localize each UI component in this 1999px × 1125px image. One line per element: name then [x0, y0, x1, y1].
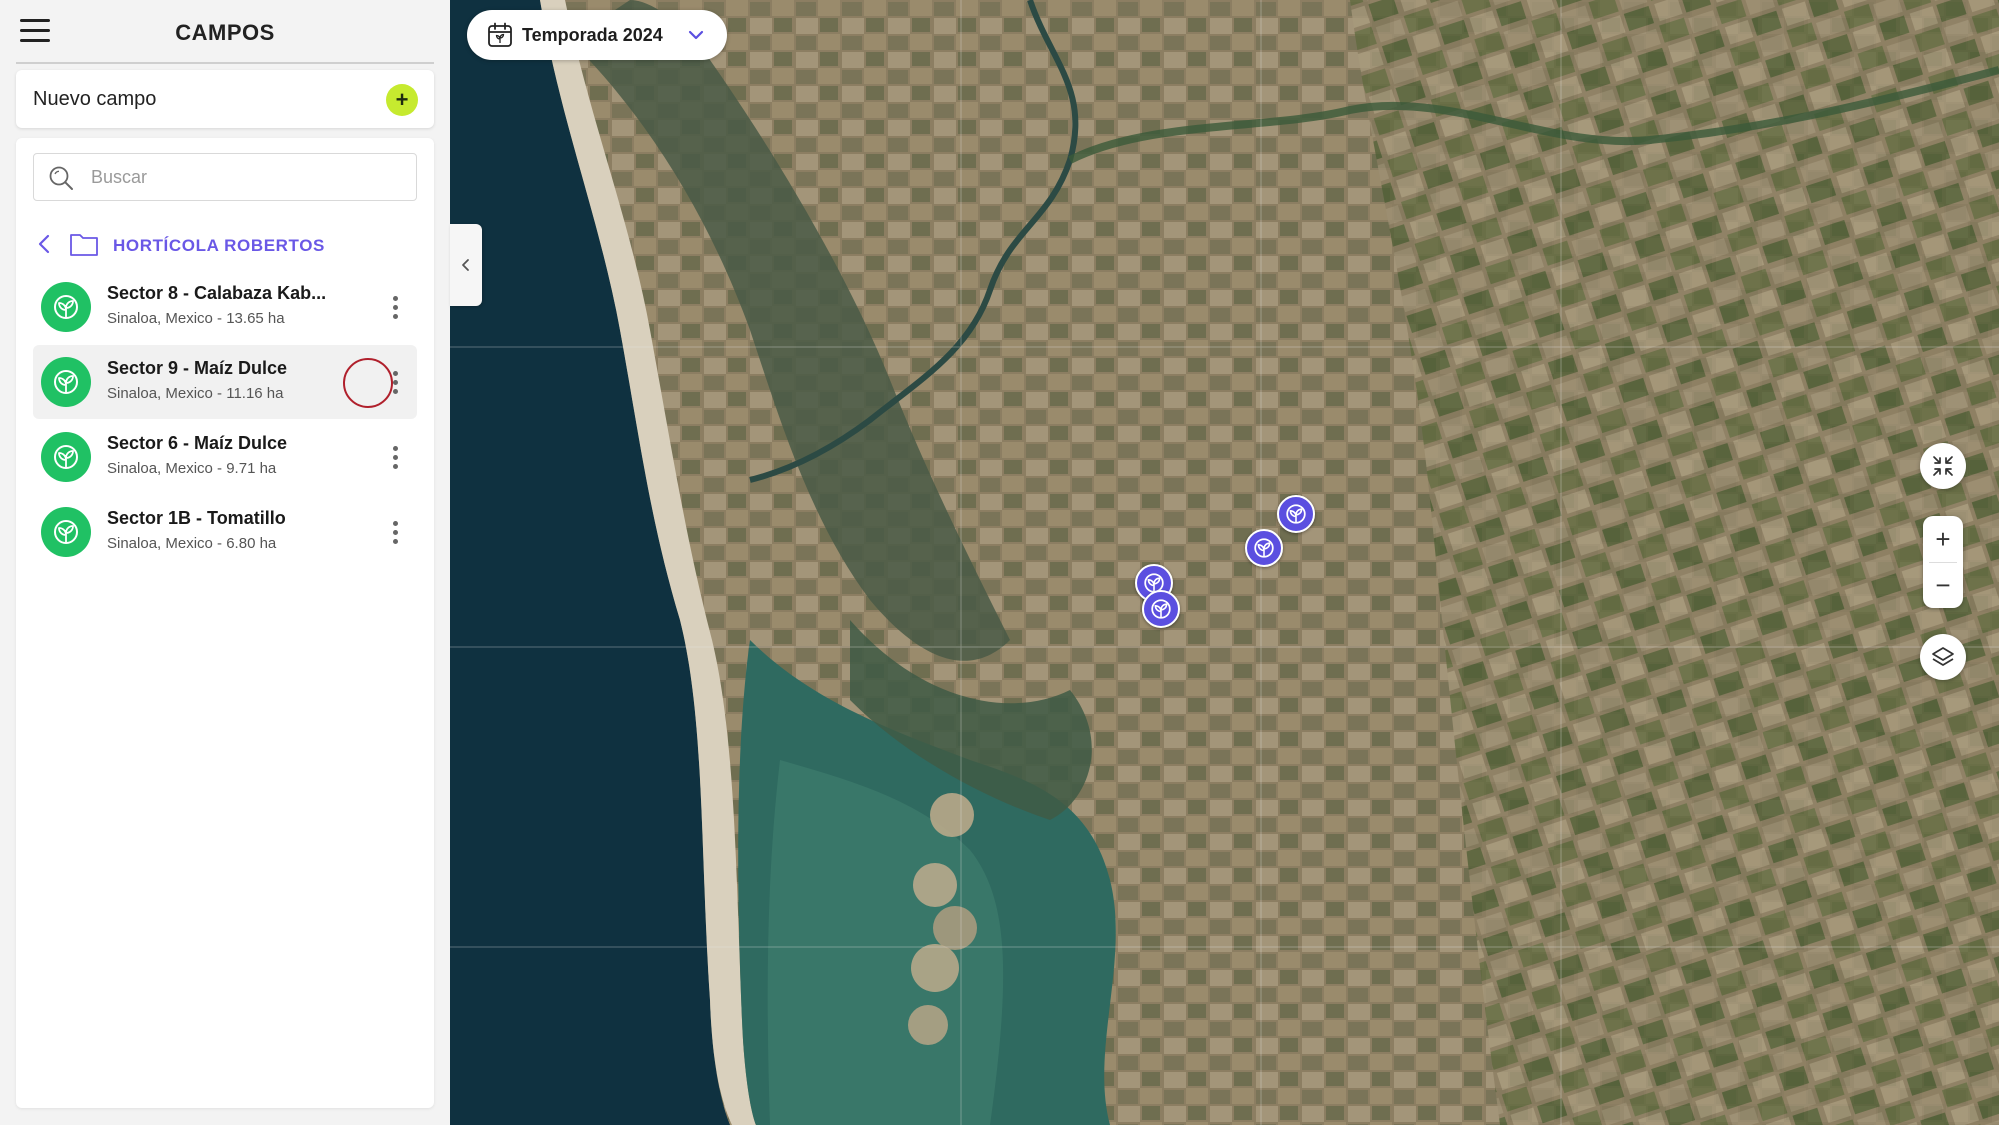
sidebar-header: CAMPOS	[16, 0, 434, 64]
plant-icon	[41, 357, 91, 407]
page-title: CAMPOS	[175, 20, 275, 45]
search-box[interactable]	[33, 153, 417, 201]
field-list-item[interactable]: Sector 1B - Tomatillo Sinaloa, Mexico - …	[33, 495, 417, 569]
plant-icon	[41, 282, 91, 332]
layers-button[interactable]	[1920, 634, 1966, 680]
field-name: Sector 8 - Calabaza Kab...	[107, 283, 327, 303]
field-list-item-selected[interactable]: Sector 9 - Maíz Dulce Sinaloa, Mexico - …	[33, 345, 417, 419]
field-list-item[interactable]: Sector 8 - Calabaza Kab... Sinaloa, Mexi…	[33, 270, 417, 344]
plant-icon	[41, 432, 91, 482]
collapse-arrows-icon	[1933, 456, 1953, 476]
zoom-out-button[interactable]: −	[1923, 562, 1963, 608]
field-location: Sinaloa, Mexico - 13.65 ha	[107, 310, 285, 327]
field-location: Sinaloa, Mexico - 6.80 ha	[107, 535, 277, 552]
add-field-icon[interactable]: +	[386, 84, 418, 116]
new-field-button[interactable]: Nuevo campo +	[16, 70, 434, 128]
field-name: Sector 9 - Maíz Dulce	[107, 358, 288, 378]
calendar-icon	[488, 22, 512, 47]
folder-icon	[70, 234, 98, 256]
collapse-sidebar-button[interactable]	[450, 224, 482, 306]
field-list-item[interactable]: Sector 6 - Maíz Dulce Sinaloa, Mexico - …	[33, 420, 417, 494]
field-list-panel: HORTÍCOLA ROBERTOS Sector 8 - Calabaza K…	[16, 138, 434, 1108]
field-location: Sinaloa, Mexico - 9.71 ha	[107, 460, 277, 477]
search-input[interactable]	[89, 154, 409, 200]
more-options-icon[interactable]	[385, 446, 405, 470]
chevron-left-icon[interactable]	[33, 232, 57, 256]
field-location: Sinaloa, Mexico - 11.16 ha	[107, 385, 284, 402]
season-selector[interactable]: Temporada 2024	[467, 10, 727, 60]
chevron-down-icon	[688, 30, 704, 40]
chevron-left-icon	[462, 259, 469, 271]
breadcrumb: HORTÍCOLA ROBERTOS	[33, 228, 417, 264]
field-name: Sector 1B - Tomatillo	[107, 508, 286, 528]
satellite-map[interactable]	[450, 0, 1999, 1125]
field-marker-plant-icon[interactable]	[1142, 590, 1180, 628]
field-name: Sector 6 - Maíz Dulce	[107, 433, 288, 453]
sidebar: CAMPOS Nuevo campo + HORTÍCOLA ROBERTOS	[0, 0, 450, 1125]
more-options-icon[interactable]	[385, 296, 405, 320]
zoom-controls: + −	[1923, 516, 1963, 608]
search-icon	[49, 166, 73, 190]
new-field-label: Nuevo campo	[33, 88, 157, 110]
layers-icon	[1932, 647, 1954, 666]
field-marker-plant-icon[interactable]	[1245, 529, 1283, 567]
map-imagery	[450, 0, 1999, 1125]
season-label: Temporada 2024	[522, 25, 663, 45]
fit-bounds-button[interactable]	[1920, 443, 1966, 489]
plant-icon	[41, 507, 91, 557]
group-name[interactable]: HORTÍCOLA ROBERTOS	[113, 236, 325, 256]
field-marker-plant-icon[interactable]	[1277, 495, 1315, 533]
more-options-icon[interactable]	[385, 371, 405, 395]
more-options-icon[interactable]	[385, 521, 405, 545]
zoom-in-button[interactable]: +	[1923, 516, 1963, 562]
